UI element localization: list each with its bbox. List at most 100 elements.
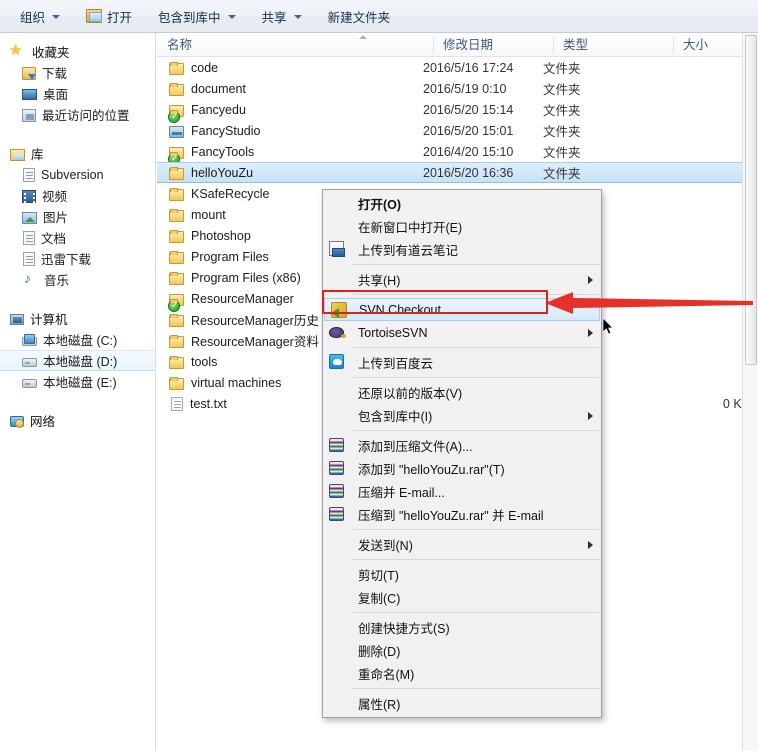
file-name-label: Program Files xyxy=(191,249,269,264)
file-name-label: document xyxy=(191,81,246,96)
column-header[interactable]: 类型 xyxy=(553,33,588,57)
file-name-cell: code xyxy=(157,61,423,75)
context-menu-item-label: 创建快捷方式(S) xyxy=(358,622,450,636)
table-row[interactable]: FancyTools 2016/4/20 15:10 文件夹 xyxy=(157,141,758,165)
context-menu-item[interactable]: 创建快捷方式(S) xyxy=(323,616,601,639)
column-divider[interactable] xyxy=(553,37,554,53)
computer-icon xyxy=(10,314,24,325)
sidebar-item[interactable]: 最近访问的位置 xyxy=(0,104,155,125)
toolbar-button-4[interactable]: 新建文件夹 xyxy=(318,4,401,28)
column-divider[interactable] xyxy=(433,37,434,53)
context-menu-item-label: 上传到百度云 xyxy=(358,357,434,371)
sidebar-item[interactable]: 本地磁盘 (D:) xyxy=(0,350,155,371)
column-header[interactable]: 大小 xyxy=(673,33,708,57)
column-header[interactable]: 名称 xyxy=(157,33,192,57)
file-type-cell: 文件夹 xyxy=(543,167,581,181)
context-menu-item[interactable]: 在新窗口中打开(E) xyxy=(323,215,601,238)
menu-separator xyxy=(353,264,599,265)
file-name-label: KSafeRecycle xyxy=(191,186,270,201)
star-icon xyxy=(9,41,26,60)
explorer-toolbar: 组织 打开 包含到库中 共享 新建文件夹 xyxy=(0,0,758,33)
sidebar-item-label: 视频 xyxy=(42,190,68,204)
nav-group-header[interactable]: 计算机 xyxy=(0,308,155,329)
menu-separator xyxy=(353,559,599,560)
sidebar-item[interactable]: 图片 xyxy=(0,206,155,227)
menu-separator xyxy=(353,612,599,613)
folder-icon xyxy=(169,166,184,180)
nav-group-header[interactable]: 库 xyxy=(0,143,155,164)
toolbar-button-0[interactable]: 组织 xyxy=(10,4,70,28)
recent-places-icon xyxy=(22,108,36,122)
submenu-arrow-icon xyxy=(588,412,593,420)
file-date-cell: 2016/5/20 15:14 xyxy=(423,102,514,117)
winrar-icon xyxy=(329,484,344,498)
file-name-label: virtual machines xyxy=(191,375,282,390)
column-divider[interactable] xyxy=(673,37,674,53)
sidebar-item[interactable]: 下载 xyxy=(0,62,155,83)
context-menu-item[interactable]: 复制(C) xyxy=(323,586,601,609)
column-header-row: 名称 修改日期 类型 大小 xyxy=(157,33,758,57)
folder-icon xyxy=(169,271,184,285)
sidebar-item[interactable]: 桌面 xyxy=(0,83,155,104)
nav-group-header[interactable]: 收藏夹 xyxy=(0,41,155,62)
folder-icon xyxy=(169,313,184,327)
table-row[interactable]: Fancyedu 2016/5/20 15:14 文件夹 xyxy=(157,99,758,123)
download-icon xyxy=(22,66,36,80)
context-menu-item[interactable]: 属性(R) xyxy=(323,692,601,715)
annotation-arrow-icon xyxy=(545,292,753,314)
column-header[interactable]: 修改日期 xyxy=(433,33,493,57)
context-menu-item[interactable]: 上传到有道云笔记 xyxy=(323,238,601,261)
context-menu-item[interactable]: 压缩到 "helloYouZu.rar" 并 E-mail xyxy=(323,503,601,526)
network-icon xyxy=(10,416,24,428)
document-icon xyxy=(23,252,35,266)
context-menu-item-label: 剪切(T) xyxy=(358,569,399,583)
context-menu-item[interactable]: 剪切(T) xyxy=(323,563,601,586)
context-menu-item[interactable]: 重命名(M) xyxy=(323,662,601,685)
sidebar-item-label: 图片 xyxy=(43,211,69,225)
context-menu-item[interactable]: 上传到百度云 xyxy=(323,351,601,374)
context-menu-item[interactable]: 共享(H) xyxy=(323,268,601,291)
picture-icon xyxy=(22,211,37,224)
sidebar-item[interactable]: Subversion xyxy=(0,164,155,185)
context-menu-item-label: 添加到 "helloYouZu.rar"(T) xyxy=(358,463,505,477)
context-menu-item[interactable]: 打开(O) xyxy=(323,192,601,215)
file-name-label: mount xyxy=(191,207,226,222)
vertical-scrollbar[interactable] xyxy=(742,33,758,751)
table-row[interactable]: helloYouZu 2016/5/20 16:36 文件夹 xyxy=(157,162,758,183)
table-row[interactable]: code 2016/5/16 17:24 文件夹 xyxy=(157,57,758,78)
file-name-label: Photoshop xyxy=(191,228,251,243)
toolbar-button-3[interactable]: 共享 xyxy=(252,4,312,28)
menu-separator xyxy=(353,347,599,348)
toolbar-button-1[interactable]: 打开 xyxy=(76,4,142,28)
library-icon xyxy=(10,148,25,161)
sidebar-item[interactable]: 本地磁盘 (C:) xyxy=(0,329,155,350)
context-menu-item[interactable]: 压缩并 E-mail... xyxy=(323,480,601,503)
table-row[interactable]: document 2016/5/19 0:10 文件夹 xyxy=(157,78,758,99)
sidebar-item[interactable]: 迅雷下载 xyxy=(0,248,155,269)
menu-separator xyxy=(353,529,599,530)
sidebar-item[interactable]: 视频 xyxy=(0,185,155,206)
toolbar-button-2[interactable]: 包含到库中 xyxy=(148,4,246,28)
context-menu-item[interactable]: 删除(D) xyxy=(323,639,601,662)
sidebar-item-label: 本地磁盘 (E:) xyxy=(43,376,117,390)
chevron-down-icon xyxy=(293,15,302,19)
context-menu-item[interactable]: 发送到(N) xyxy=(323,533,601,556)
sidebar-item[interactable]: 文档 xyxy=(0,227,155,248)
chevron-down-icon xyxy=(227,15,236,19)
context-menu-item[interactable]: 添加到压缩文件(A)... xyxy=(323,434,601,457)
table-row[interactable]: FancyStudio 2016/5/20 15:01 文件夹 xyxy=(157,120,758,141)
music-icon xyxy=(22,270,38,288)
sidebar-item[interactable]: 音乐 xyxy=(0,269,155,290)
desktop-icon xyxy=(22,89,37,100)
sidebar-item-label: 音乐 xyxy=(44,274,70,288)
nav-group-header[interactable]: 网络 xyxy=(0,410,155,431)
folder-icon xyxy=(169,187,184,201)
context-menu-item[interactable]: 还原以前的版本(V) xyxy=(323,381,601,404)
youdao-note-icon xyxy=(329,241,345,257)
sidebar-item[interactable]: 本地磁盘 (E:) xyxy=(0,371,155,392)
context-menu-item[interactable]: 包含到库中(I) xyxy=(323,404,601,427)
explorer-window: 组织 打开 包含到库中 共享 新建文件夹 收藏夹下载桌面最近访问的位置库 Subversi… xyxy=(0,0,758,751)
context-menu-item[interactable]: TortoiseSVN xyxy=(323,321,601,344)
context-menu-item[interactable]: 添加到 "helloYouZu.rar"(T) xyxy=(323,457,601,480)
